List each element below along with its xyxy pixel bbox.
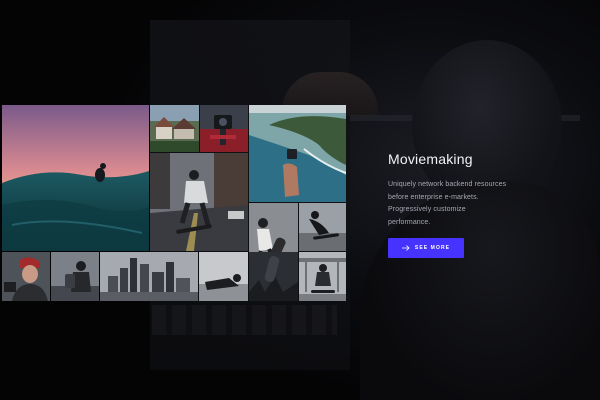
gallery-tile-legs[interactable] [249, 252, 298, 301]
woman-red-beanie-image [2, 252, 50, 301]
hero-description: Uniquely network backend resources befor… [388, 179, 588, 229]
gallery-tile-surfer[interactable] [2, 105, 149, 251]
gallery-tile-skatepark[interactable] [299, 252, 346, 301]
gallery-tile-lying[interactable] [199, 252, 248, 301]
hero-description-line: before enterprise e-markets. [388, 193, 479, 201]
arrow-right-icon [401, 245, 410, 251]
gallery-tile-camera[interactable] [200, 105, 248, 152]
see-more-button[interactable]: SEE MORE [388, 238, 464, 258]
gallery-tile-beanie[interactable] [2, 252, 50, 301]
man-backpack-image [51, 252, 99, 301]
city-skyline-image [100, 252, 198, 301]
skate-silhouette-image [299, 203, 346, 251]
gallery-tile-backpack[interactable] [51, 252, 99, 301]
photo-gallery [2, 105, 347, 301]
hero-description-line: Uniquely network backend resources [388, 181, 507, 188]
gallery-tile-houses[interactable] [150, 105, 199, 152]
skateboard-legs-image [249, 252, 298, 301]
gallery-tile-skateboarder[interactable] [150, 153, 248, 251]
surfer-sunset-image [2, 105, 149, 251]
hero-content: Moviemaking Uniquely network backend res… [388, 151, 588, 258]
see-more-label: SEE MORE [414, 245, 451, 251]
background-blurred-text [152, 305, 337, 335]
gallery-tile-coastline[interactable] [249, 105, 346, 202]
camera-gimbal-image [200, 105, 248, 152]
man-lying-down-image [199, 252, 248, 301]
houses-rooftops-image [150, 105, 199, 152]
skatepark-rider-image [299, 252, 346, 301]
hero-title: Moviemaking [388, 151, 473, 167]
hero-description-line: Progressively customize [388, 206, 466, 213]
gallery-tile-skyline[interactable] [100, 252, 198, 301]
hero-description-line: performance. [388, 218, 431, 226]
gallery-tile-skate-silhouette[interactable] [299, 203, 346, 251]
skateboarder-street-image [150, 153, 248, 251]
coastline-drone-image [249, 105, 346, 202]
